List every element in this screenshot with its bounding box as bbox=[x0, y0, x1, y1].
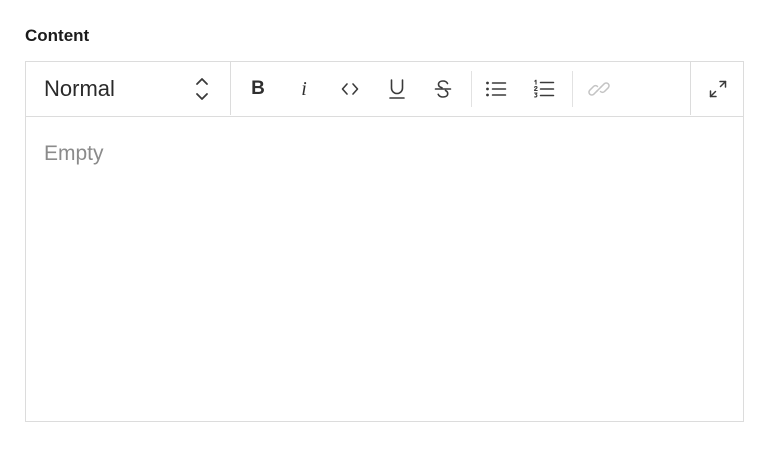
expand-button[interactable] bbox=[690, 62, 743, 115]
block-type-select[interactable]: Normal bbox=[26, 62, 231, 115]
rich-text-editor: Normal B i Empty bbox=[25, 61, 744, 422]
numbered-list-button[interactable] bbox=[530, 75, 558, 103]
block-type-value: Normal bbox=[44, 76, 115, 101]
editor-placeholder: Empty bbox=[44, 142, 104, 165]
numbered-list-icon bbox=[533, 79, 555, 99]
strikethrough-icon bbox=[434, 79, 452, 99]
bold-button[interactable]: B bbox=[244, 75, 272, 103]
editor-toolbar: Normal B i bbox=[26, 62, 743, 117]
italic-button[interactable]: i bbox=[290, 75, 318, 103]
editor-content-area[interactable]: Empty bbox=[26, 116, 743, 421]
underline-button[interactable] bbox=[383, 75, 411, 103]
field-label: Content bbox=[25, 26, 90, 45]
code-button[interactable] bbox=[336, 75, 364, 103]
strikethrough-button[interactable] bbox=[429, 75, 457, 103]
bulleted-list-button[interactable] bbox=[482, 75, 510, 103]
toolbar-divider bbox=[572, 71, 573, 107]
chevron-up-down-icon bbox=[194, 76, 210, 102]
expand-icon bbox=[708, 79, 728, 99]
code-icon bbox=[341, 82, 359, 96]
toolbar-divider bbox=[471, 71, 472, 107]
underline-icon bbox=[388, 78, 406, 100]
italic-icon: i bbox=[301, 77, 307, 100]
link-button[interactable] bbox=[585, 75, 613, 103]
bold-icon: B bbox=[251, 78, 265, 99]
link-icon bbox=[588, 78, 610, 100]
bulleted-list-icon bbox=[485, 80, 507, 98]
